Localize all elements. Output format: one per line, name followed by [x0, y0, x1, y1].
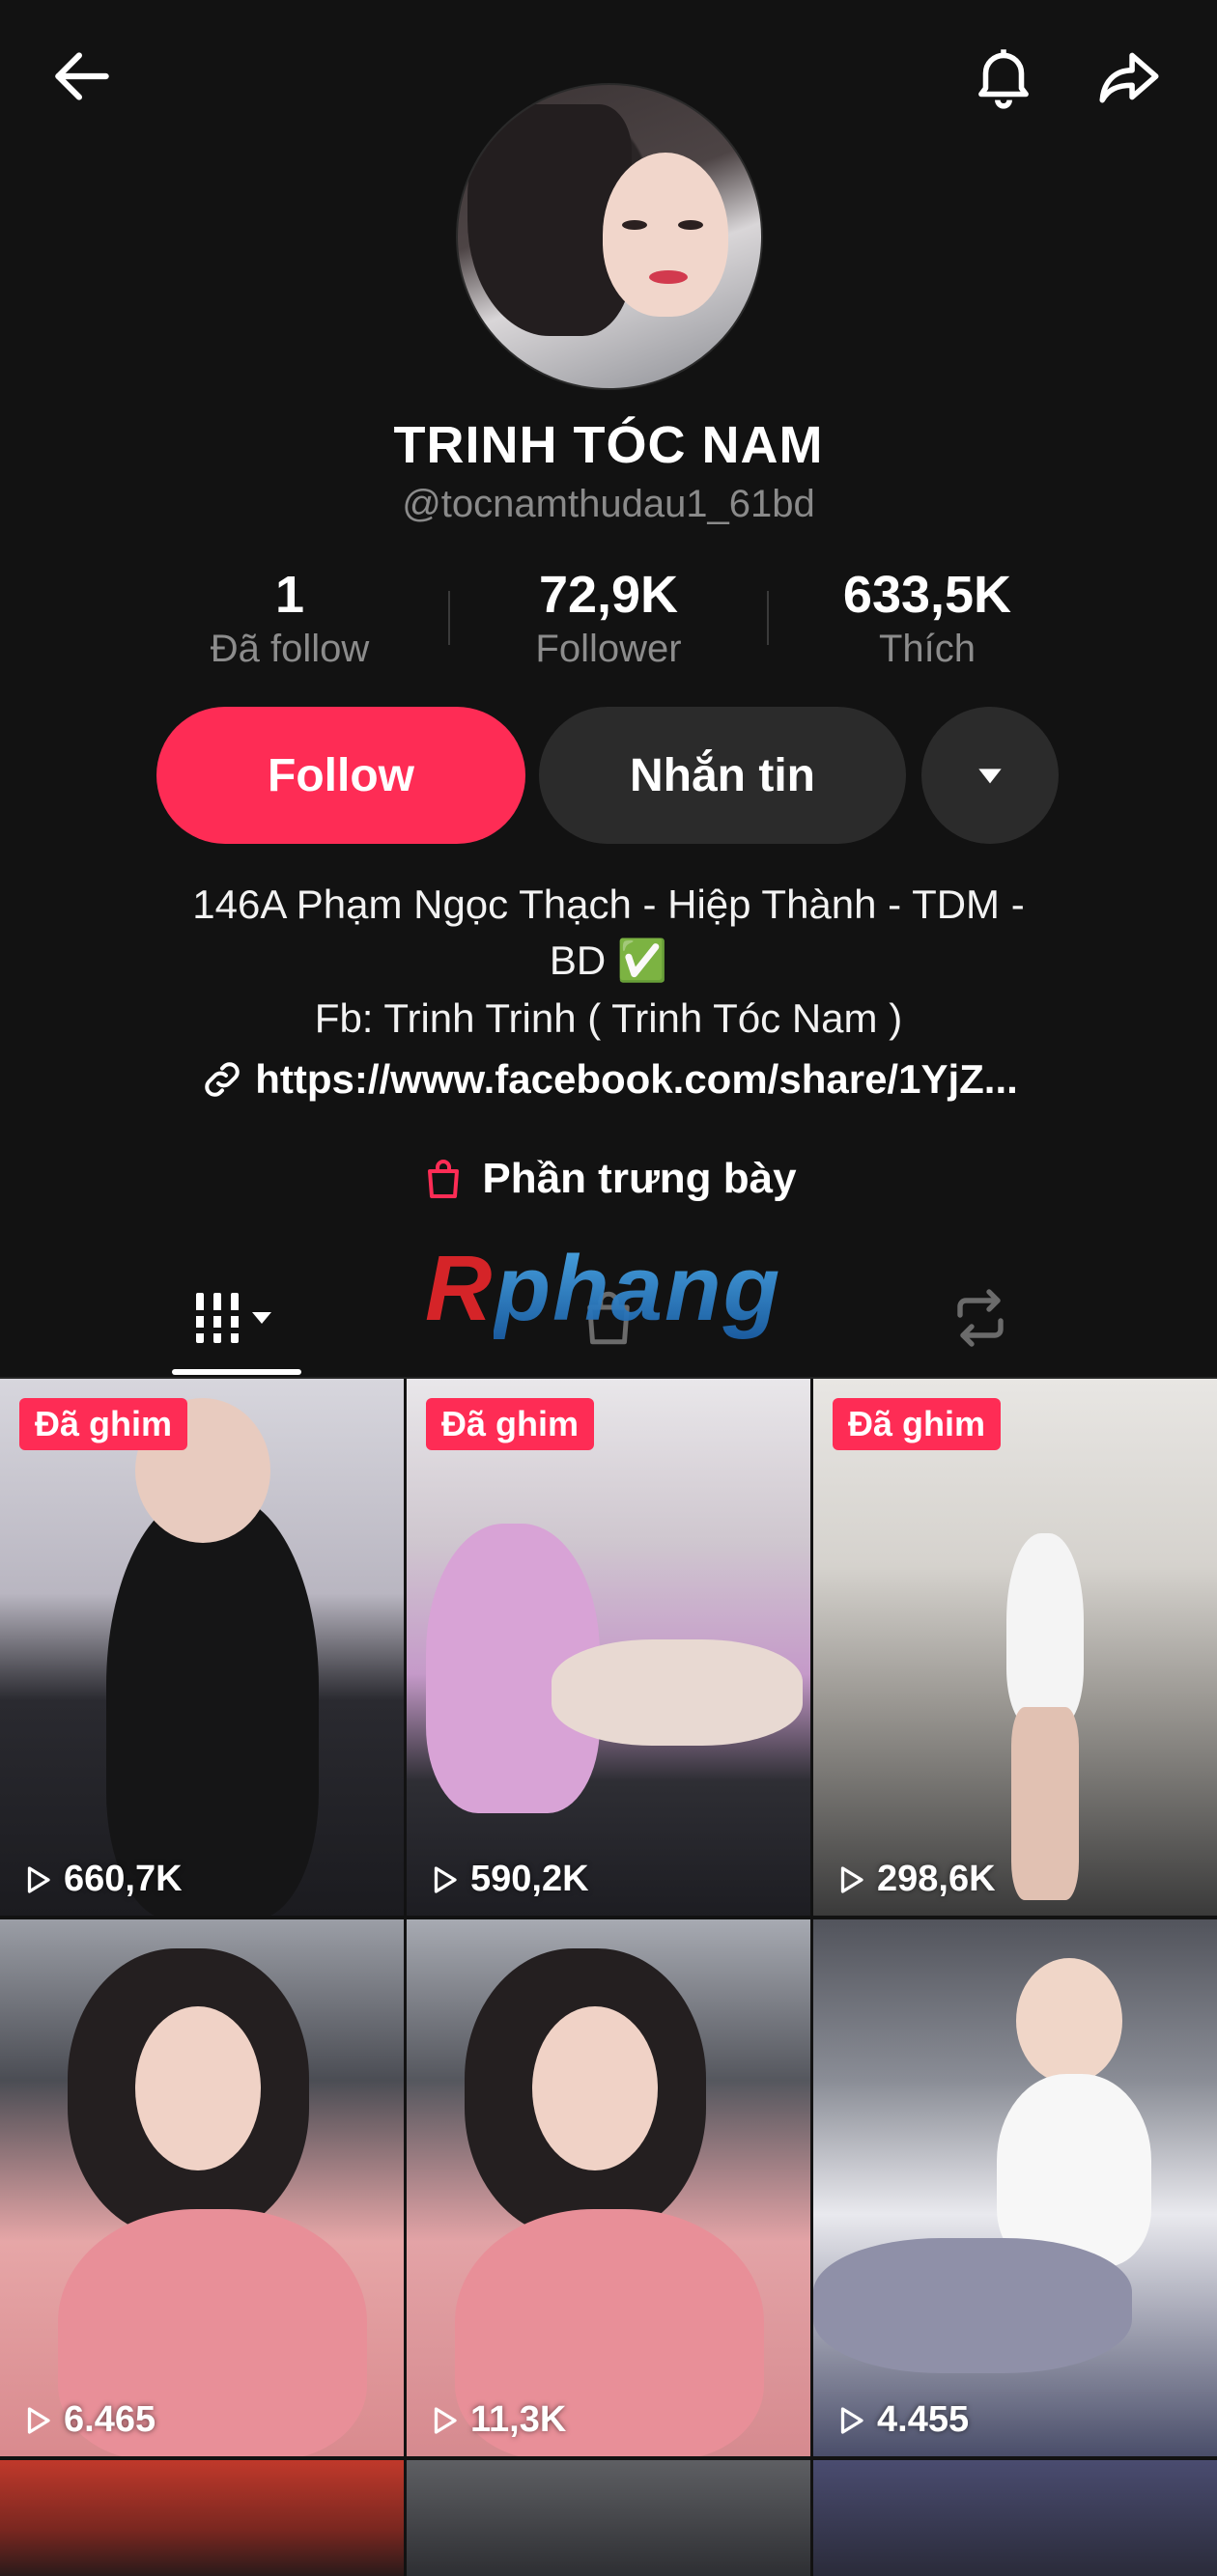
- notification-button[interactable]: [960, 33, 1047, 120]
- video-tile[interactable]: Đã ghim 298,6K: [813, 1379, 1217, 1916]
- shopping-bag-icon: [428, 1160, 460, 1198]
- username: @tocnamthudau1_61bd: [402, 483, 815, 525]
- avatar-lips: [649, 270, 688, 284]
- link-icon: [205, 1062, 240, 1097]
- video-tile[interactable]: 6.465: [0, 1919, 404, 2456]
- video-tile[interactable]: Đã ghim 590,2K: [407, 1379, 810, 1916]
- play-icon: [840, 1865, 863, 1893]
- video-tile[interactable]: [407, 2460, 810, 2576]
- view-count: 4.455: [833, 2399, 969, 2441]
- showcase-link[interactable]: Phần trưng bày: [0, 1155, 1217, 1203]
- watermark-logo: Rphang: [425, 1236, 781, 1342]
- view-count-value: 11,3K: [470, 2399, 567, 2440]
- repost-icon: [957, 1289, 1004, 1347]
- share-arrow-icon: [1099, 52, 1159, 103]
- follow-button[interactable]: Follow: [156, 707, 525, 844]
- view-count-value: 590,2K: [470, 1859, 589, 1899]
- follow-button-label: Follow: [268, 749, 414, 801]
- stat-following[interactable]: 1 Đã follow: [145, 565, 435, 673]
- play-icon: [840, 2406, 863, 2434]
- stat-followers[interactable]: 72,9K Follower: [464, 565, 753, 673]
- watermark-rest: phang: [494, 1237, 782, 1340]
- view-count-value: 660,7K: [64, 1859, 183, 1899]
- tab-reposts[interactable]: [932, 1274, 1029, 1361]
- video-tile[interactable]: Đã ghim 660,7K: [0, 1379, 404, 1916]
- view-count-value: 4.455: [877, 2399, 970, 2440]
- video-thumbnail-figure: [106, 1495, 319, 1916]
- back-button[interactable]: [39, 33, 126, 120]
- share-button[interactable]: [1086, 33, 1173, 120]
- play-icon: [27, 1865, 50, 1893]
- pinned-badge: Đã ghim: [426, 1398, 595, 1450]
- video-thumbnail-figure: [532, 2006, 658, 2170]
- showcase-label: Phần trưng bày: [482, 1155, 797, 1202]
- message-button[interactable]: Nhắn tin: [539, 707, 906, 844]
- stat-label: Thích: [878, 628, 976, 670]
- stat-value: 1: [274, 566, 305, 624]
- video-tile[interactable]: [0, 2460, 404, 2576]
- avatar-eye: [622, 220, 647, 230]
- play-icon: [434, 2406, 457, 2434]
- bio-link-text: https://www.facebook.com/share/1YjZ...: [255, 1056, 1018, 1102]
- video-tile[interactable]: 4.455: [813, 1919, 1217, 2456]
- play-icon: [434, 1865, 457, 1893]
- view-count: 11,3K: [426, 2399, 566, 2441]
- tab-videos[interactable]: [172, 1274, 301, 1361]
- view-count: 6.465: [19, 2399, 156, 2441]
- display-name: TRINH TÓC NAM: [393, 416, 824, 474]
- bell-icon: [978, 49, 1029, 109]
- arrow-left-icon: [55, 52, 109, 100]
- bio-link[interactable]: https://www.facebook.com/share/1YjZ...: [0, 1056, 1217, 1103]
- view-count-value: 6.465: [64, 2399, 156, 2440]
- video-thumbnail-figure: [135, 2006, 261, 2170]
- avatar[interactable]: [456, 83, 763, 390]
- grid-columns-icon: [188, 1293, 271, 1343]
- play-icon: [27, 2406, 50, 2434]
- video-thumbnail-figure: [1006, 1533, 1084, 1726]
- video-thumbnail-figure: [1011, 1707, 1079, 1900]
- pinned-badge: Đã ghim: [833, 1398, 1002, 1450]
- video-thumbnail-figure: [552, 1639, 803, 1746]
- more-options-button[interactable]: [921, 707, 1059, 844]
- stat-divider: [448, 591, 450, 645]
- view-count: 590,2K: [426, 1859, 589, 1900]
- view-count: 660,7K: [19, 1859, 183, 1900]
- bio-address-line-2: BD ✅: [549, 938, 668, 983]
- active-tab-indicator: [172, 1369, 301, 1375]
- stat-value: 633,5K: [842, 566, 1012, 624]
- caret-down-icon: [978, 769, 1002, 784]
- view-count: 298,6K: [833, 1859, 996, 1900]
- watermark-first: R: [425, 1237, 495, 1340]
- avatar-face: [603, 153, 728, 317]
- pinned-badge: Đã ghim: [19, 1398, 188, 1450]
- video-thumbnail-figure: [1016, 1958, 1122, 2084]
- bio-address-line: 146A Phạm Ngọc Thạch - Hiệp Thành - TDM …: [192, 882, 1025, 927]
- avatar-eye: [678, 220, 703, 230]
- stat-divider: [767, 591, 769, 645]
- stat-likes[interactable]: 633,5K Thích: [782, 565, 1072, 673]
- stat-label: Đã follow: [210, 628, 370, 670]
- stat-label: Follower: [535, 628, 682, 670]
- view-count-value: 298,6K: [877, 1859, 996, 1899]
- message-button-label: Nhắn tin: [630, 749, 815, 801]
- video-tile[interactable]: 11,3K: [407, 1919, 810, 2456]
- video-thumbnail-figure: [813, 2238, 1132, 2373]
- stat-value: 72,9K: [538, 566, 679, 624]
- bio-facebook-line: Fb: Trinh Trinh ( Trinh Tóc Nam ): [314, 995, 903, 1041]
- video-tile[interactable]: [813, 2460, 1217, 2576]
